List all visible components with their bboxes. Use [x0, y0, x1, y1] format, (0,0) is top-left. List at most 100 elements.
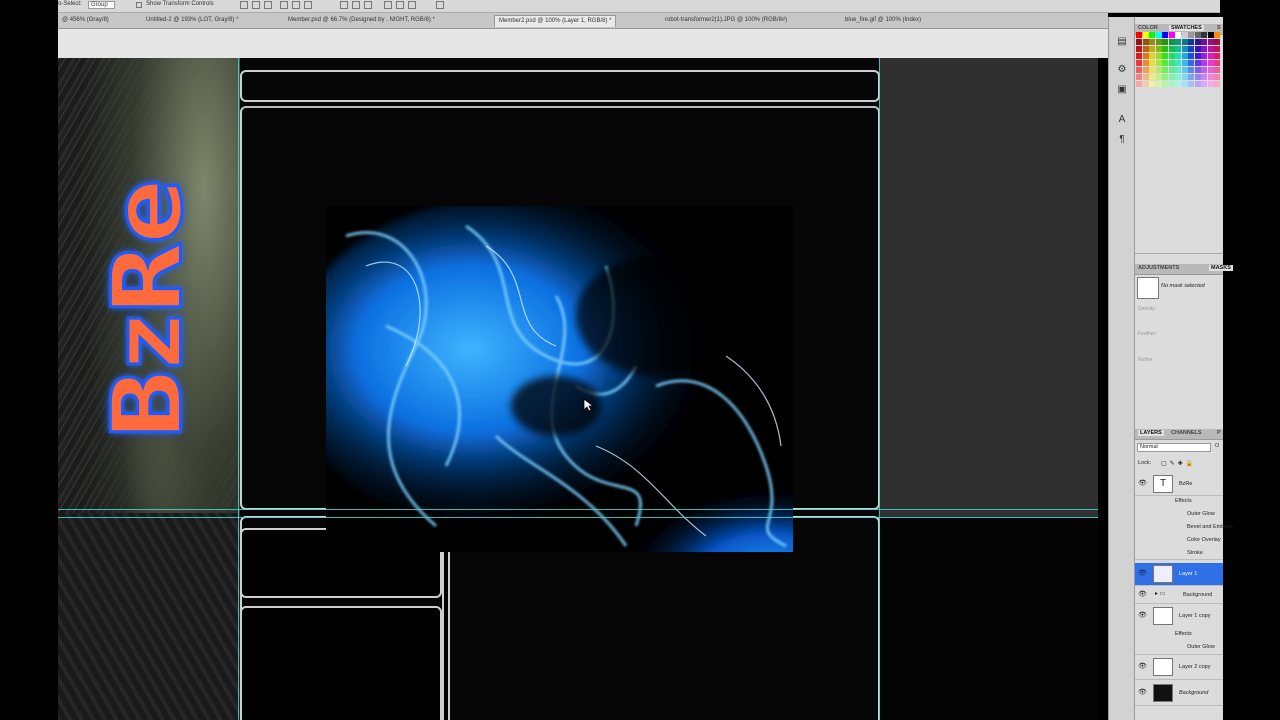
color-swatch[interactable] [1155, 74, 1162, 80]
distribute-bottom-icon[interactable] [364, 1, 372, 9]
layer-row-selected[interactable]: 👁 Layer 1 [1135, 563, 1223, 586]
color-swatch[interactable] [1201, 39, 1207, 45]
color-swatch[interactable] [1155, 81, 1162, 87]
layer-effects-row[interactable]: Effects [1135, 495, 1223, 507]
color-swatch[interactable] [1181, 60, 1188, 66]
color-swatch[interactable] [1149, 39, 1155, 45]
color-swatch[interactable] [1188, 67, 1194, 73]
color-swatch[interactable] [1214, 81, 1220, 87]
color-swatch[interactable] [1175, 32, 1181, 38]
color-swatch[interactable] [1175, 81, 1181, 87]
tab-doc-3[interactable]: Member.psd @ 66.7% (Designed by . NIGHT,… [284, 15, 439, 27]
color-swatch[interactable] [1162, 39, 1168, 45]
tab-doc-2[interactable]: Untitled-2 @ 193% (LOT, Gray/8) * [142, 15, 242, 27]
paragraph-panel-icon[interactable]: ¶ [1115, 133, 1129, 147]
color-swatch[interactable] [1149, 46, 1155, 52]
color-swatch[interactable] [1136, 53, 1142, 59]
tab-masks[interactable]: MASKS [1209, 265, 1233, 271]
visibility-eye-icon[interactable]: 👁 [1138, 479, 1147, 487]
color-swatch[interactable] [1181, 53, 1188, 59]
color-swatch[interactable] [1201, 53, 1207, 59]
color-swatch[interactable] [1214, 39, 1220, 45]
color-swatch[interactable] [1207, 81, 1214, 87]
color-swatch[interactable] [1201, 60, 1207, 66]
color-swatch[interactable] [1136, 46, 1142, 52]
color-swatch[interactable] [1194, 60, 1201, 66]
swatch-grid[interactable] [1136, 32, 1222, 96]
color-swatch[interactable] [1162, 32, 1168, 38]
color-swatch[interactable] [1175, 53, 1181, 59]
blue-fire-image[interactable] [326, 206, 793, 552]
color-swatch[interactable] [1162, 53, 1168, 59]
color-swatch[interactable] [1168, 53, 1175, 59]
color-swatch[interactable] [1201, 74, 1207, 80]
distribute-left-icon[interactable] [384, 1, 392, 9]
character-panel-icon[interactable]: A [1115, 113, 1129, 127]
color-swatch[interactable] [1162, 74, 1168, 80]
color-swatch[interactable] [1194, 74, 1201, 80]
tab-layers[interactable]: LAYERS [1138, 430, 1164, 436]
color-swatch[interactable] [1162, 60, 1168, 66]
color-swatch[interactable] [1188, 60, 1194, 66]
color-swatch[interactable] [1142, 39, 1149, 45]
distribute-center-icon[interactable] [396, 1, 404, 9]
layer-group-row[interactable]: 👁 ▸ ▭ Background [1135, 587, 1223, 604]
color-swatch[interactable] [1214, 60, 1220, 66]
color-swatch[interactable] [1168, 39, 1175, 45]
color-swatch[interactable] [1201, 32, 1207, 38]
tab-color[interactable]: COLOR [1138, 25, 1158, 31]
color-swatch[interactable] [1188, 53, 1194, 59]
color-swatch[interactable] [1214, 32, 1220, 38]
tab-swatches[interactable]: SWATCHES [1169, 25, 1204, 31]
color-swatch[interactable] [1175, 39, 1181, 45]
distribute-right-icon[interactable] [408, 1, 416, 9]
color-swatch[interactable] [1175, 46, 1181, 52]
color-swatch[interactable] [1162, 67, 1168, 73]
color-swatch[interactable] [1149, 32, 1155, 38]
tab-adjustments[interactable]: ADJUSTMENTS [1138, 265, 1179, 271]
tab-doc-5[interactable]: robot-transformer2(1).JPG @ 100% (RGB/8#… [661, 15, 791, 27]
color-swatch[interactable] [1168, 46, 1175, 52]
color-swatch[interactable] [1136, 67, 1142, 73]
color-swatch[interactable] [1214, 74, 1220, 80]
visibility-eye-icon[interactable]: 👁 [1138, 611, 1147, 619]
color-swatch[interactable] [1188, 81, 1194, 87]
auto-select-dropdown[interactable]: Group [88, 1, 115, 9]
color-swatch[interactable] [1155, 67, 1162, 73]
color-swatch[interactable] [1188, 74, 1194, 80]
layer-row[interactable]: 👁 T BzRe [1135, 473, 1223, 496]
color-swatch[interactable] [1181, 39, 1188, 45]
color-swatch[interactable] [1142, 81, 1149, 87]
align-middle-icon[interactable] [252, 1, 260, 9]
color-swatch[interactable] [1155, 32, 1162, 38]
show-transform-checkbox[interactable] [136, 2, 142, 8]
color-swatch[interactable] [1194, 46, 1201, 52]
color-swatch[interactable] [1207, 32, 1214, 38]
color-swatch[interactable] [1214, 46, 1220, 52]
effect-row[interactable]: Outer Glow [1135, 508, 1223, 520]
folder-expand-icon[interactable]: ▸ ▭ [1155, 590, 1165, 597]
document-canvas[interactable]: BzRe [58, 58, 1098, 720]
color-swatch[interactable] [1175, 74, 1181, 80]
color-swatch[interactable] [1194, 32, 1201, 38]
align-right-icon[interactable] [304, 1, 312, 9]
clone-source-icon[interactable]: ▣ [1115, 83, 1129, 97]
color-swatch[interactable] [1201, 81, 1207, 87]
color-swatch[interactable] [1175, 60, 1181, 66]
align-bottom-icon[interactable] [264, 1, 272, 9]
color-swatch[interactable] [1207, 67, 1214, 73]
align-top-icon[interactable] [240, 1, 248, 9]
color-swatch[interactable] [1142, 46, 1149, 52]
color-swatch[interactable] [1214, 53, 1220, 59]
color-swatch[interactable] [1149, 53, 1155, 59]
color-swatch[interactable] [1142, 60, 1149, 66]
color-swatch[interactable] [1136, 60, 1142, 66]
color-swatch[interactable] [1201, 67, 1207, 73]
color-swatch[interactable] [1136, 74, 1142, 80]
color-swatch[interactable] [1207, 39, 1214, 45]
layer-row[interactable]: 👁 Layer 2 copy [1135, 655, 1223, 680]
color-swatch[interactable] [1181, 67, 1188, 73]
color-swatch[interactable] [1181, 74, 1188, 80]
effect-row[interactable]: Stroke [1135, 547, 1223, 560]
effect-row[interactable]: Bevel and Emboss [1135, 521, 1233, 533]
